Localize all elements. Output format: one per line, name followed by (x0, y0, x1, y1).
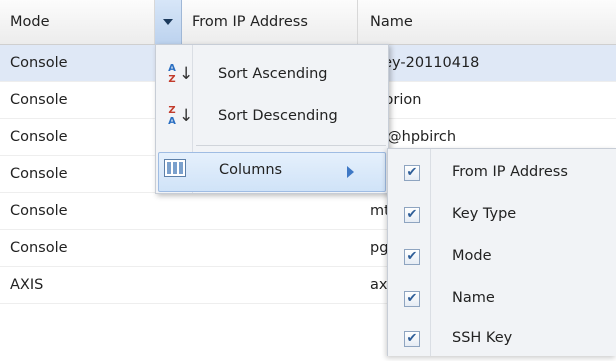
menu-item-label: Columns (219, 162, 283, 178)
column-header-label: Mode (10, 14, 50, 30)
columns-icon (164, 159, 186, 177)
cell-mode: Console (10, 55, 68, 71)
column-header-label: Name (370, 14, 413, 30)
cell-name: pg (370, 240, 389, 256)
column-toggle-mode[interactable]: ✔ Mode (388, 239, 616, 279)
checkbox-checked-icon[interactable]: ✔ (404, 207, 420, 223)
column-header-from-ip[interactable]: From IP Address (182, 0, 358, 44)
checkbox-checked-icon[interactable]: ✔ (404, 291, 420, 307)
menu-item-label: Sort Descending (218, 108, 338, 124)
cell-name: ax (370, 277, 388, 293)
grid-header: Mode From IP Address Name (0, 0, 616, 45)
column-menu-trigger[interactable] (155, 0, 182, 44)
checkbox-checked-icon[interactable]: ✔ (404, 331, 420, 347)
column-toggle-key-type[interactable]: ✔ Key Type (388, 197, 616, 237)
menu-item-sort-ascending[interactable]: A Z ↓ Sort Ascending (156, 55, 388, 95)
columns-submenu: ✔ From IP Address ✔ Key Type ✔ Mode ✔ Na… (387, 148, 616, 356)
column-toggle-label: Name (452, 290, 495, 306)
submenu-arrow-icon (347, 166, 354, 178)
checkbox-checked-icon[interactable]: ✔ (404, 165, 420, 181)
column-toggle-name[interactable]: ✔ Name (388, 281, 616, 321)
cell-mode: Console (10, 203, 68, 219)
column-toggle-label: Mode (452, 248, 492, 264)
sort-ascending-icon: A Z ↓ (168, 63, 194, 85)
column-menu: A Z ↓ Sort Ascending Z A ↓ Sort Descendi… (155, 44, 389, 194)
column-header-name[interactable]: Name (358, 0, 616, 44)
menu-item-sort-descending[interactable]: Z A ↓ Sort Descending (156, 97, 388, 137)
sort-descending-icon: Z A ↓ (168, 105, 194, 127)
checkbox-checked-icon[interactable]: ✔ (404, 249, 420, 265)
column-toggle-ssh-key[interactable]: ✔ SSH Key (388, 321, 616, 361)
cell-mode: Console (10, 166, 68, 182)
column-toggle-label: Key Type (452, 206, 517, 222)
chevron-down-icon (163, 19, 173, 25)
column-toggle-label: From IP Address (452, 164, 568, 180)
column-header-label: From IP Address (192, 14, 308, 30)
menu-separator (196, 145, 386, 146)
column-toggle-from-ip-address[interactable]: ✔ From IP Address (388, 155, 616, 195)
cell-mode: Console (10, 129, 68, 145)
menu-item-columns[interactable]: Columns (158, 152, 386, 192)
menu-item-label: Sort Ascending (218, 66, 328, 82)
cell-mode: Console (10, 92, 68, 108)
cell-mode: AXIS (10, 277, 44, 293)
cell-mode: Console (10, 240, 68, 256)
column-header-mode[interactable]: Mode (0, 0, 155, 44)
column-toggle-label: SSH Key (452, 330, 513, 346)
